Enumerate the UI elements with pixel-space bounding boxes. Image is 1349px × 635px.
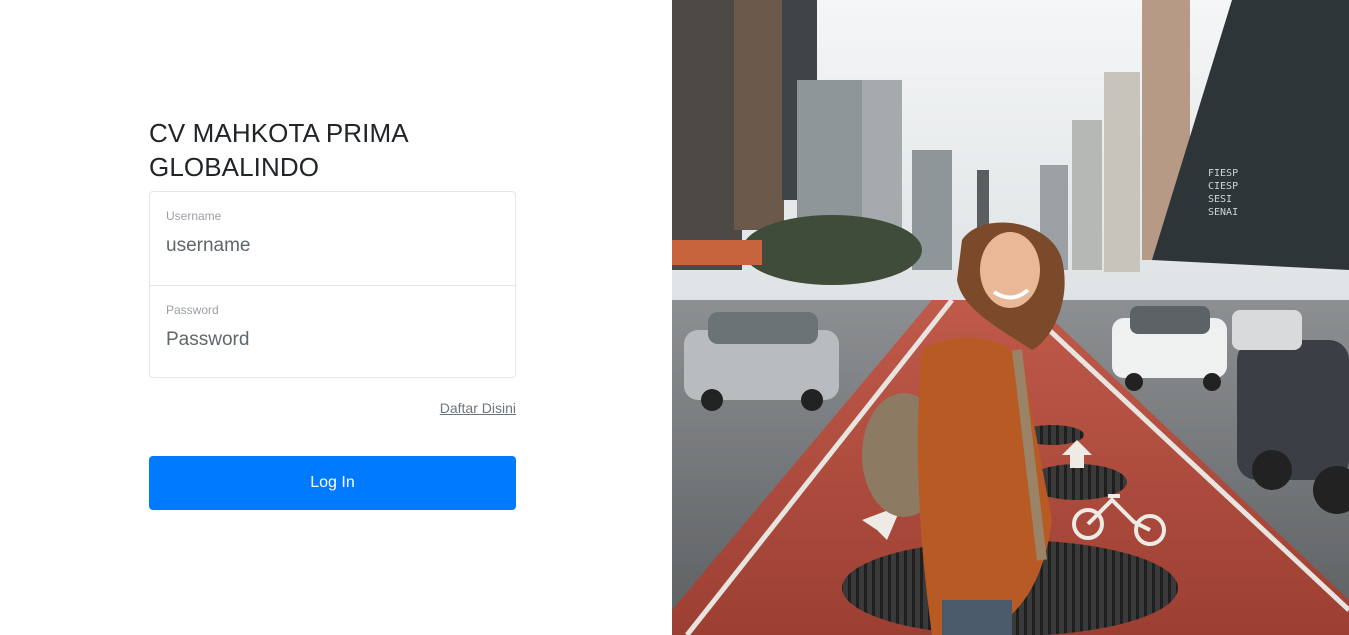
sign-line-1: FIESP [1208,168,1238,179]
car-white-far [1232,310,1302,350]
password-label: Password [166,303,219,317]
login-panel: CV MAHKOTA PRIMA GLOBALINDO Username Pas… [0,0,672,635]
login-button[interactable]: Log In [149,456,516,510]
register-link[interactable]: Daftar Disini [440,400,516,416]
orange-awning [672,240,762,265]
username-label: Username [166,209,222,223]
city-street-illustration: FIESP CIESP SESI SENAI [672,0,1349,635]
hero-photo: FIESP CIESP SESI SENAI [672,0,1349,635]
building-mid-3 [1072,120,1102,270]
company-title: CV MAHKOTA PRIMA GLOBALINDO [149,116,516,184]
username-input[interactable] [166,235,499,257]
building-left-1 [672,0,742,270]
register-row: Daftar Disini [149,400,516,420]
company-title-line-2: GLOBALINDO [149,152,320,182]
building-left-2 [734,0,784,230]
password-input[interactable] [166,329,499,351]
legs [942,600,1012,635]
credentials-box: Username Password [149,191,516,378]
company-title-line-1: CV MAHKOTA PRIMA [149,118,409,148]
trees [742,215,922,285]
login-form: CV MAHKOTA PRIMA GLOBALINDO Username Pas… [149,116,516,510]
password-field-group: Password [150,285,515,377]
sign-line-4: SENAI [1208,207,1238,218]
sign-line-2: CIESP [1208,181,1238,192]
sign-line-3: SESI [1208,194,1232,205]
building-mid-4 [1104,72,1140,272]
username-field-group: Username [150,192,515,285]
